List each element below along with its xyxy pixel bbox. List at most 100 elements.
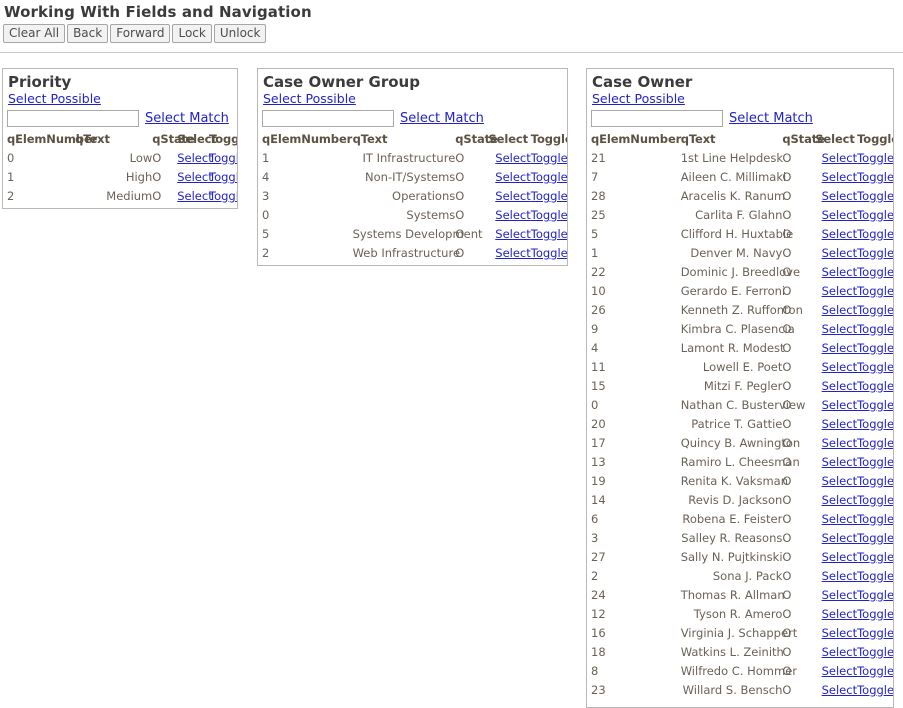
toggle-row-link[interactable]: Toggle <box>857 436 893 450</box>
toggle-row-link[interactable]: Toggle <box>857 284 893 298</box>
toggle-row-link[interactable]: Toggle <box>857 474 893 488</box>
select-row-link[interactable]: Select <box>822 398 857 412</box>
toggle-row-link[interactable]: Toggle <box>857 322 893 336</box>
select-row-link[interactable]: Select <box>495 227 530 241</box>
select-row-link[interactable]: Select <box>822 645 857 659</box>
toggle-row-link[interactable]: Toggle <box>531 189 567 203</box>
toggle-row-link[interactable]: Toggle <box>857 531 893 545</box>
select-row-link[interactable]: Select <box>177 170 212 184</box>
select-row-link[interactable]: Select <box>822 474 857 488</box>
select-row-link[interactable]: Select <box>822 322 857 336</box>
toggle-row-link[interactable]: Toggle <box>209 151 237 165</box>
select-possible-link-case-owner-group[interactable]: Select Possible <box>263 92 356 106</box>
select-row-link[interactable]: Select <box>822 455 857 469</box>
select-possible-link-case-owner[interactable]: Select Possible <box>592 92 685 106</box>
select-row-link[interactable]: Select <box>822 208 857 222</box>
toggle-row-link[interactable]: Toggle <box>857 588 893 602</box>
table-row: 4 Lamont R. Modest O Select Toggle <box>591 339 893 358</box>
cell-elem-number: 27 <box>591 550 606 564</box>
select-row-link[interactable]: Select <box>822 664 857 678</box>
toggle-row-link[interactable]: Toggle <box>857 189 893 203</box>
select-row-link[interactable]: Select <box>822 531 857 545</box>
toggle-row-link[interactable]: Toggle <box>857 151 893 165</box>
select-row-link[interactable]: Select <box>495 151 530 165</box>
toggle-row-link[interactable]: Toggle <box>209 170 237 184</box>
table-row: 19 Renita K. Vaksman O Select Toggle <box>591 472 893 491</box>
toggle-row-link[interactable]: Toggle <box>857 455 893 469</box>
select-row-link[interactable]: Select <box>822 493 857 507</box>
cell-elem-number: 14 <box>591 493 606 507</box>
select-row-link[interactable]: Select <box>822 170 857 184</box>
select-row-link[interactable]: Select <box>822 341 857 355</box>
toggle-row-link[interactable]: Toggle <box>857 379 893 393</box>
select-row-link[interactable]: Select <box>822 189 857 203</box>
toggle-row-link[interactable]: Toggle <box>209 189 237 203</box>
toggle-row-link[interactable]: Toggle <box>857 569 893 583</box>
toggle-row-link[interactable]: Toggle <box>857 341 893 355</box>
select-row-link[interactable]: Select <box>822 417 857 431</box>
table-row: 20 Patrice T. Gattie O Select Toggle <box>591 415 893 434</box>
clear-all-button[interactable]: Clear All <box>3 24 66 43</box>
select-row-link[interactable]: Select <box>822 360 857 374</box>
select-row-link[interactable]: Select <box>822 151 857 165</box>
select-possible-link-priority[interactable]: Select Possible <box>8 92 101 106</box>
match-input-priority[interactable] <box>7 110 139 127</box>
toggle-row-link[interactable]: Toggle <box>857 683 893 697</box>
toggle-row-link[interactable]: Toggle <box>857 645 893 659</box>
select-row-link[interactable]: Select <box>822 284 857 298</box>
toggle-row-link[interactable]: Toggle <box>857 170 893 184</box>
back-button[interactable]: Back <box>67 24 109 43</box>
cell-qtext: Renita K. Vaksman <box>680 474 788 488</box>
select-row-link[interactable]: Select <box>822 436 857 450</box>
select-row-link[interactable]: Select <box>822 246 857 260</box>
select-match-link-case-owner[interactable]: Select Match <box>729 111 813 126</box>
column-header-select: Select <box>815 132 855 146</box>
toggle-row-link[interactable]: Toggle <box>857 265 893 279</box>
toggle-row-link[interactable]: Toggle <box>531 170 567 184</box>
toggle-row-link[interactable]: Toggle <box>857 512 893 526</box>
select-row-link[interactable]: Select <box>822 626 857 640</box>
cell-select: Select <box>815 263 857 282</box>
lock-button[interactable]: Lock <box>172 24 212 43</box>
match-input-case-owner[interactable] <box>591 110 723 127</box>
toggle-row-link[interactable]: Toggle <box>857 398 893 412</box>
unlock-button[interactable]: Unlock <box>213 24 267 43</box>
select-row-link[interactable]: Select <box>822 683 857 697</box>
select-row-link[interactable]: Select <box>822 569 857 583</box>
select-row-link[interactable]: Select <box>822 265 857 279</box>
toggle-row-link[interactable]: Toggle <box>531 227 567 241</box>
select-row-link[interactable]: Select <box>822 303 857 317</box>
select-row-link[interactable]: Select <box>495 170 530 184</box>
toggle-row-link[interactable]: Toggle <box>531 151 567 165</box>
toggle-row-link[interactable]: Toggle <box>531 246 567 260</box>
select-match-link-case-owner-group[interactable]: Select Match <box>400 111 484 126</box>
select-match-link-priority[interactable]: Select Match <box>145 111 229 126</box>
toggle-row-link[interactable]: Toggle <box>857 664 893 678</box>
select-row-link[interactable]: Select <box>177 189 212 203</box>
toggle-row-link[interactable]: Toggle <box>857 626 893 640</box>
toggle-row-link[interactable]: Toggle <box>857 227 893 241</box>
toggle-row-link[interactable]: Toggle <box>857 208 893 222</box>
toggle-row-link[interactable]: Toggle <box>857 360 893 374</box>
toggle-row-link[interactable]: Toggle <box>857 550 893 564</box>
cell-qtext: Systems <box>406 208 456 222</box>
select-row-link[interactable]: Select <box>822 379 857 393</box>
select-row-link[interactable]: Select <box>177 151 212 165</box>
toggle-row-link[interactable]: Toggle <box>857 493 893 507</box>
select-row-link[interactable]: Select <box>495 208 530 222</box>
toggle-row-link[interactable]: Toggle <box>857 607 893 621</box>
toggle-row-link[interactable]: Toggle <box>857 417 893 431</box>
select-row-link[interactable]: Select <box>822 227 857 241</box>
select-row-link[interactable]: Select <box>822 607 857 621</box>
toggle-row-link[interactable]: Toggle <box>531 208 567 222</box>
cell-qtext: IT Infrastructure <box>362 151 456 165</box>
select-row-link[interactable]: Select <box>822 550 857 564</box>
toggle-row-link[interactable]: Toggle <box>857 303 893 317</box>
select-row-link[interactable]: Select <box>822 588 857 602</box>
forward-button[interactable]: Forward <box>110 24 171 43</box>
select-row-link[interactable]: Select <box>495 189 530 203</box>
match-input-case-owner-group[interactable] <box>262 110 394 127</box>
select-row-link[interactable]: Select <box>822 512 857 526</box>
toggle-row-link[interactable]: Toggle <box>857 246 893 260</box>
select-row-link[interactable]: Select <box>495 246 530 260</box>
